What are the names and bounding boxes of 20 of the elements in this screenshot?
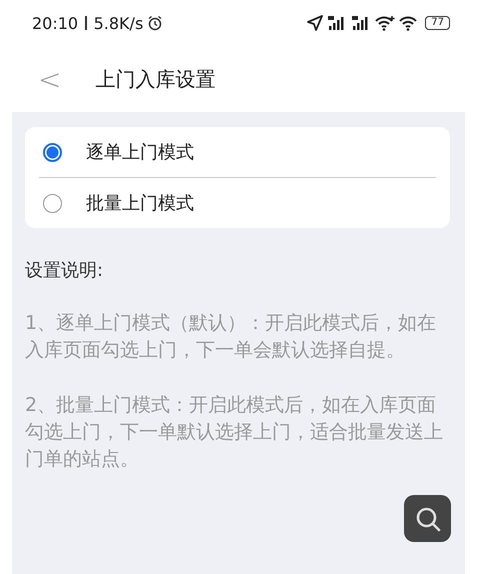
- notes-paragraph: 2、批量上门模式：开启此模式后，如在入库页面勾选上门，下一单默认选择上门，适合批量发送上门单的站点。: [25, 393, 444, 472]
- radio-button[interactable]: [43, 142, 62, 162]
- wifi-icon: [375, 15, 396, 31]
- alarm-icon: [147, 15, 164, 31]
- radio-option[interactable]: 逐单上门模式: [39, 127, 436, 177]
- status-time: 20:10: [32, 14, 78, 32]
- notes-heading: 设置说明:: [25, 259, 104, 282]
- battery-indicator: 77: [425, 16, 450, 30]
- radio-button[interactable]: [43, 194, 62, 212]
- wifi-icon: [399, 15, 420, 31]
- option-label: 逐单上门模式: [86, 141, 194, 164]
- location-icon: [307, 15, 324, 31]
- page-title: 上门入库设置: [95, 66, 216, 92]
- notes-paragraph: 1、逐单上门模式（默认）：开启此模式后，如在入库页面勾选上门，下一单会默认选择自提。: [25, 311, 438, 363]
- separator-bar: [85, 16, 87, 30]
- network-speed: 5.8K/s: [94, 14, 144, 32]
- option-label: 批量上门模式: [86, 192, 194, 215]
- search-button[interactable]: [404, 495, 451, 542]
- search-icon: [414, 504, 442, 532]
- radio-option[interactable]: 批量上门模式: [39, 178, 436, 228]
